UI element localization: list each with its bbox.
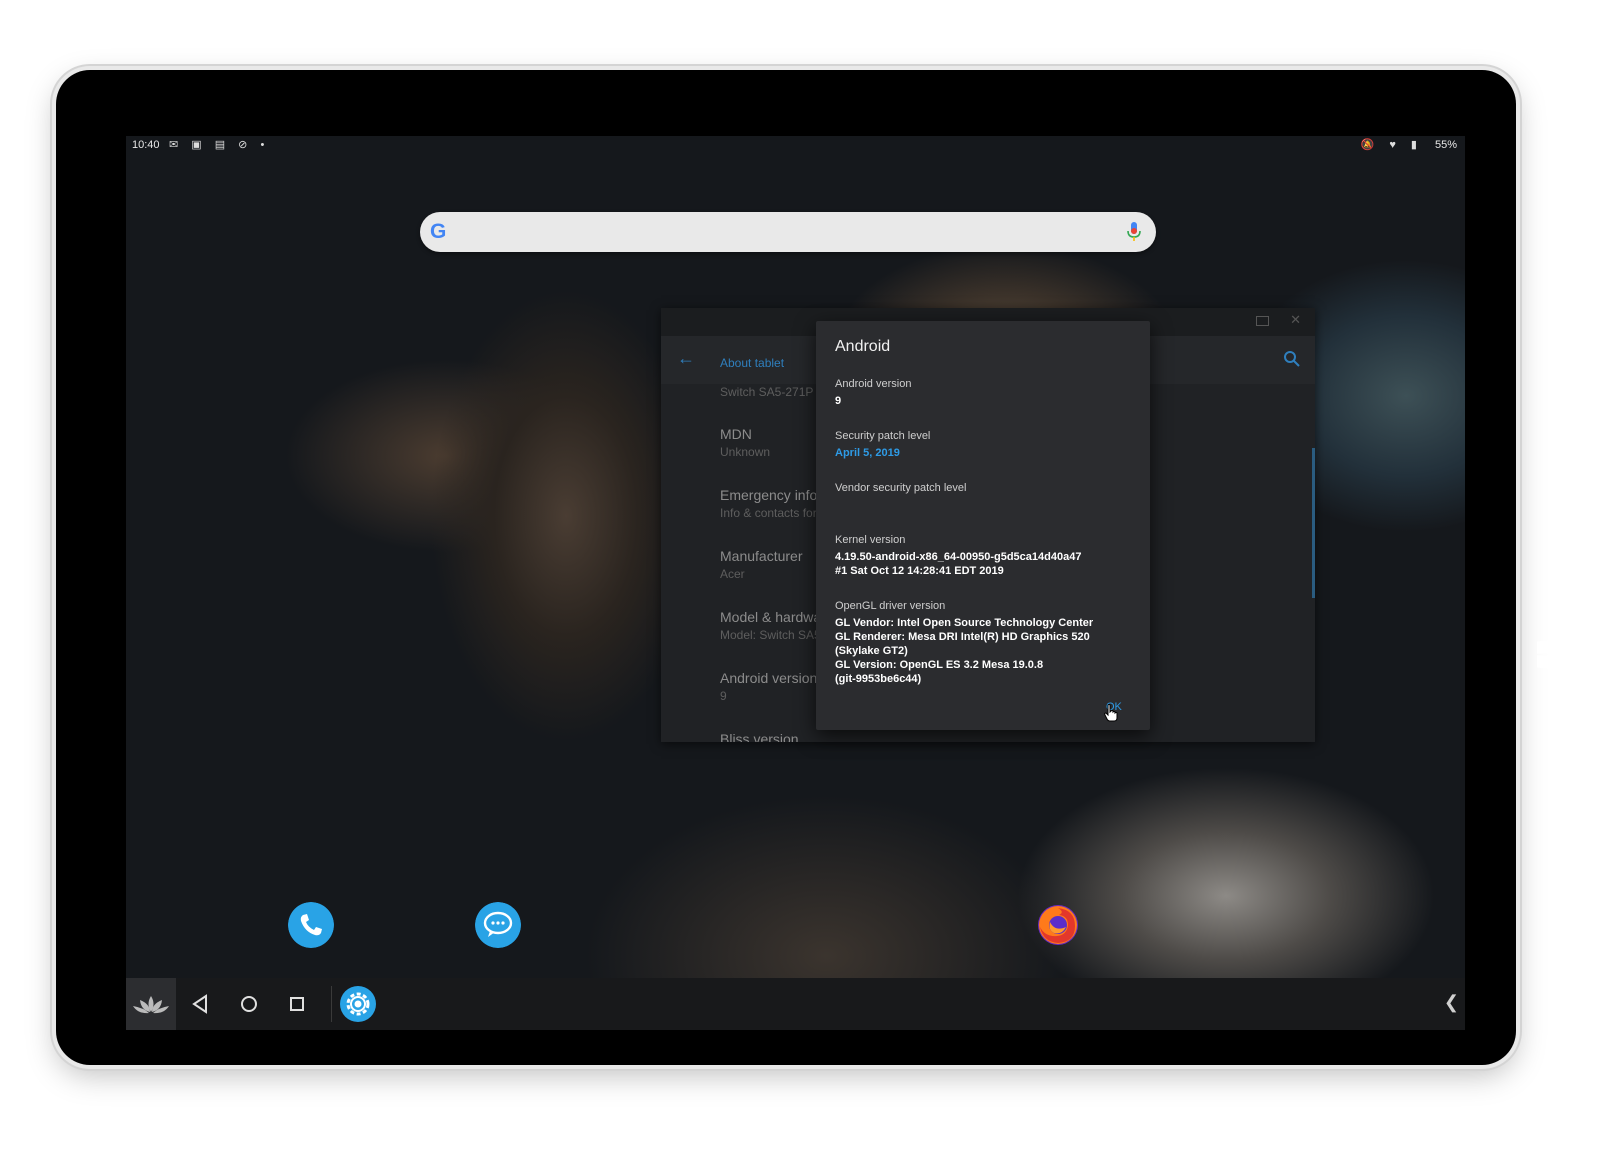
opengl-version-field: OpenGL driver version GL Vendor: Intel O… <box>835 600 1094 685</box>
dialog-title: Android <box>835 338 891 355</box>
app-dock <box>126 902 1465 964</box>
list-item[interactable]: Bliss version <box>720 731 799 742</box>
vendor-patch-field: Vendor security patch level <box>835 482 967 494</box>
list-item[interactable]: Manufacturer Acer <box>720 548 802 581</box>
battery-level: 55% <box>1434 139 1457 151</box>
status-bar: 10:40 ✉ ▣ ▤ ⊘ • 🔕 ♥ ▮ 55% <box>126 136 1465 154</box>
firefox-app-icon[interactable] <box>1035 902 1081 948</box>
messages-app-icon[interactable] <box>475 902 521 948</box>
back-button-icon[interactable] <box>188 991 214 1017</box>
security-patch-field: Security patch level April 5, 2019 <box>835 430 931 459</box>
launcher-button[interactable] <box>126 978 176 1030</box>
settings-app-icon[interactable] <box>340 986 376 1022</box>
system-status-icons: 🔕 ♥ ▮ <box>1360 139 1423 151</box>
android-version-field: Android version 9 <box>835 378 912 407</box>
home-button-icon[interactable] <box>236 991 262 1017</box>
android-screen: 10:40 ✉ ▣ ▤ ⊘ • 🔕 ♥ ▮ 55% G ✕ ← About ta… <box>126 136 1465 1030</box>
chevron-left-icon[interactable]: ❮ <box>1444 992 1459 1013</box>
microphone-icon[interactable] <box>1127 222 1141 242</box>
list-item[interactable]: MDN Unknown <box>720 426 770 459</box>
taskbar: ❮ <box>126 978 1465 1030</box>
gear-icon <box>346 992 370 1016</box>
google-logo-icon: G <box>430 220 447 243</box>
android-info-dialog: Android Android version 9 Security patch… <box>816 321 1150 730</box>
maximize-button[interactable] <box>1256 316 1269 326</box>
page-title: About tablet <box>720 356 785 370</box>
notification-icons: ✉ ▣ ▤ ⊘ • <box>169 139 270 151</box>
search-icon[interactable] <box>1283 350 1301 368</box>
recents-button-icon[interactable] <box>284 991 310 1017</box>
google-search-bar[interactable]: G <box>420 212 1156 252</box>
scrollbar[interactable] <box>1312 448 1315 598</box>
hand-cursor-icon <box>1104 704 1118 722</box>
taskbar-divider <box>331 986 332 1022</box>
list-item[interactable]: Model & hardwar Model: Switch SA5- <box>720 609 826 642</box>
status-time: 10:40 <box>132 139 160 151</box>
back-arrow-icon[interactable]: ← <box>677 348 695 369</box>
windows-logo-icon <box>1537 636 1574 673</box>
list-item[interactable]: Android version 9 <box>720 670 817 703</box>
phone-app-icon[interactable] <box>288 902 334 948</box>
list-item[interactable]: Switch SA5-271P <box>720 384 813 399</box>
close-icon[interactable]: ✕ <box>1290 312 1301 328</box>
kernel-version-field: Kernel version 4.19.50-android-x86_64-00… <box>835 534 1082 577</box>
lotus-icon <box>133 996 169 1014</box>
